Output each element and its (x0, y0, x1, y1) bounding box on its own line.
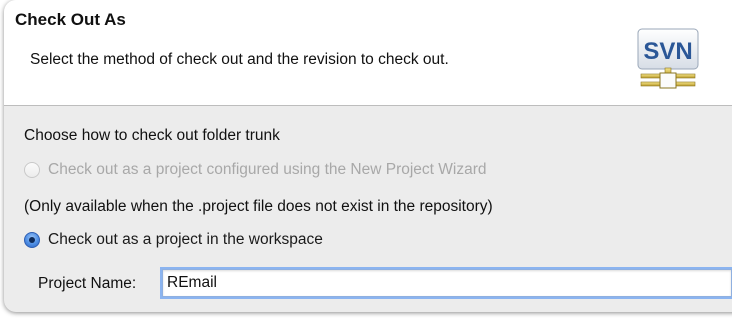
project-name-input[interactable] (162, 269, 732, 297)
wizard-availability-note: (Only available when the .project file d… (24, 198, 493, 215)
radio-new-project-wizard-label: Check out as a project configured using … (48, 161, 487, 178)
svn-logo-icon: SVN (637, 28, 699, 89)
radio-row-new-project-wizard: Check out as a project configured using … (24, 161, 487, 179)
radio-row-workspace[interactable]: Check out as a project in the workspace (24, 231, 323, 249)
project-name-label: Project Name: (38, 275, 137, 292)
radio-workspace[interactable] (24, 232, 40, 248)
radio-workspace-label[interactable]: Check out as a project in the workspace (48, 231, 323, 249)
dialog-banner: Check Out As Select the method of check … (4, 0, 732, 106)
dialog-description: Select the method of check out and the r… (30, 51, 449, 68)
checkout-dialog: Check Out As Select the method of check … (4, 0, 732, 312)
dialog-title: Check Out As (15, 10, 126, 29)
radio-new-project-wizard (24, 162, 40, 178)
svn-logo-text: SVN (643, 38, 692, 65)
checkout-prompt: Choose how to check out folder trunk (24, 127, 280, 144)
